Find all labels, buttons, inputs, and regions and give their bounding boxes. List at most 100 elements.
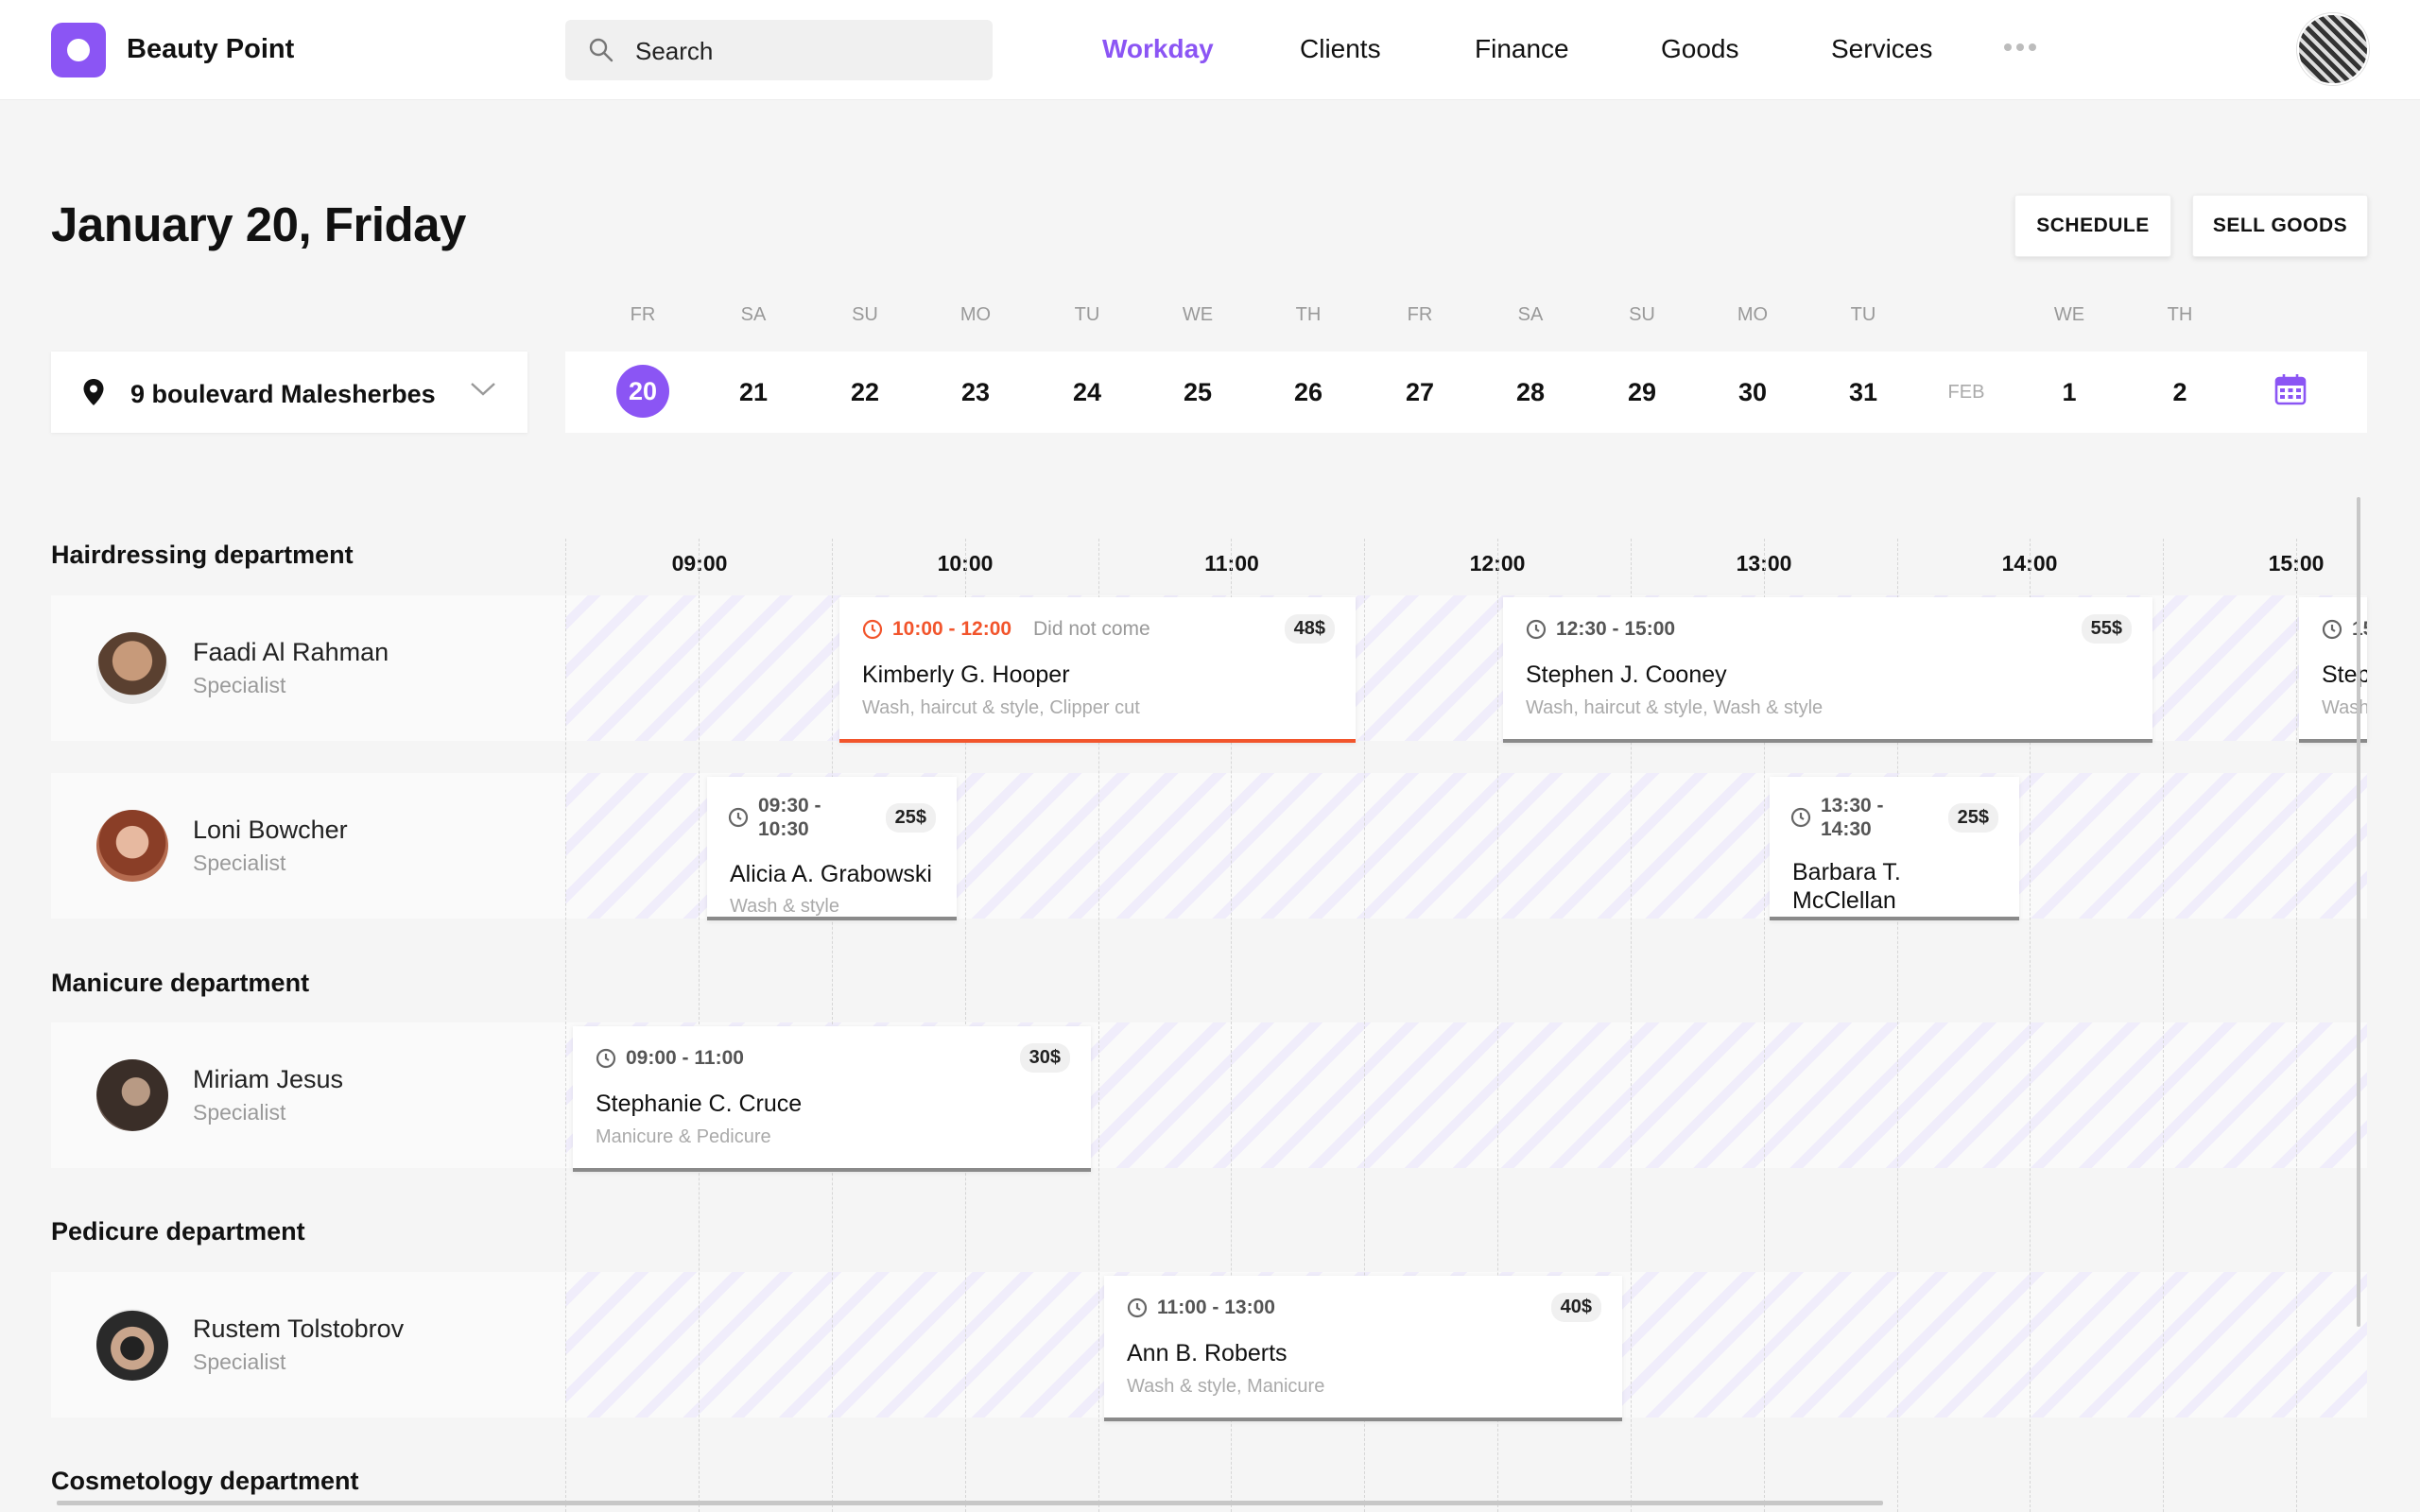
appointment-time-end: 10:30 bbox=[758, 818, 809, 840]
price-badge: 25$ bbox=[885, 803, 936, 833]
clock-icon bbox=[862, 619, 883, 640]
date-item[interactable]: 26 bbox=[1270, 378, 1346, 407]
service-list: Wash & style, Manicure bbox=[1127, 1376, 1325, 1397]
service-list: Manicure & Pedicure bbox=[596, 1126, 771, 1147]
appointment-card[interactable]: 11:00 - 13:00 40$ Ann B. Roberts Wash & … bbox=[1104, 1276, 1622, 1421]
user-avatar[interactable] bbox=[2297, 13, 2369, 85]
appointment-card[interactable]: 09:30 -10:30 25$ Alicia A. Grabowski Was… bbox=[707, 777, 957, 920]
avatar bbox=[96, 1309, 168, 1381]
day-of-week: WE bbox=[2053, 304, 2085, 325]
nav-services[interactable]: Services bbox=[1831, 34, 1932, 64]
price-badge: 40$ bbox=[1550, 1293, 1601, 1322]
price-badge: 30$ bbox=[1019, 1043, 1070, 1073]
date-selected[interactable]: 20 bbox=[616, 365, 669, 418]
grid-line bbox=[2163, 539, 2164, 1512]
clock-icon bbox=[1127, 1297, 1148, 1318]
date-item[interactable]: 1 bbox=[2031, 378, 2107, 407]
specialist-row: Miriam Jesus Specialist bbox=[51, 1022, 2367, 1168]
date-item[interactable]: 23 bbox=[938, 378, 1013, 407]
date-item[interactable]: 22 bbox=[827, 378, 903, 407]
brand-logo[interactable] bbox=[51, 23, 106, 77]
nav-workday[interactable]: Workday bbox=[1102, 34, 1214, 64]
specialist-name[interactable]: Rustem Tolstobrov bbox=[193, 1314, 404, 1344]
clock-icon bbox=[1790, 807, 1811, 828]
specialist-role: Specialist bbox=[193, 673, 286, 697]
clock-icon bbox=[728, 807, 749, 828]
vertical-scrollbar[interactable] bbox=[2357, 497, 2360, 1327]
avatar bbox=[96, 810, 168, 882]
appointment-time: 10:00 - 12:00 bbox=[892, 618, 1012, 640]
day-of-week: TU bbox=[1850, 304, 1876, 325]
specialist-name[interactable]: Loni Bowcher bbox=[193, 816, 348, 845]
day-of-week: SU bbox=[1629, 304, 1655, 325]
calendar-icon[interactable] bbox=[2274, 373, 2307, 405]
date-item[interactable]: 28 bbox=[1493, 378, 1568, 407]
price-badge: 48$ bbox=[1284, 614, 1335, 644]
appointment-card[interactable]: 09:00 - 11:00 30$ Stephanie C. Cruce Man… bbox=[573, 1026, 1091, 1172]
date-item[interactable]: 27 bbox=[1382, 378, 1458, 407]
day-of-week: SA bbox=[740, 304, 767, 325]
nav-clients[interactable]: Clients bbox=[1300, 34, 1381, 64]
appointment-card[interactable]: 12:30 - 15:00 55$ Stephen J. Cooney Wash… bbox=[1503, 597, 2152, 743]
clock-icon bbox=[596, 1048, 616, 1069]
date-item[interactable]: 31 bbox=[1825, 378, 1901, 407]
location-pin-icon bbox=[83, 379, 104, 405]
specialist-role: Specialist bbox=[193, 1100, 286, 1125]
date-item[interactable]: 25 bbox=[1160, 378, 1236, 407]
horizontal-scrollbar[interactable] bbox=[57, 1501, 1883, 1505]
price-badge: 55$ bbox=[2081, 614, 2132, 644]
appointment-status: Did not come bbox=[1033, 618, 1150, 640]
day-of-week: FR bbox=[630, 304, 656, 325]
date-item[interactable]: 30 bbox=[1715, 378, 1790, 407]
client-name: Kimberly G. Hooper bbox=[862, 662, 1070, 688]
day-of-week: MO bbox=[1737, 304, 1769, 325]
date-item[interactable]: 29 bbox=[1604, 378, 1680, 407]
brand-name: Beauty Point bbox=[127, 34, 295, 64]
day-of-week: MO bbox=[959, 304, 992, 325]
day-of-week: FR bbox=[1407, 304, 1433, 325]
day-of-week: SA bbox=[1517, 304, 1544, 325]
client-name: Stephen J. Cooney bbox=[1526, 662, 1727, 688]
client-name: Alicia A. Grabowski bbox=[730, 861, 932, 887]
appointment-card[interactable]: 10:00 - 12:00 Did not come 48$ Kimberly … bbox=[839, 597, 1356, 743]
appointment-time: 11:00 - 13:00 bbox=[1157, 1297, 1275, 1318]
date-item[interactable]: 21 bbox=[716, 378, 791, 407]
specialist-name[interactable]: Miriam Jesus bbox=[193, 1065, 343, 1094]
date-item[interactable]: 24 bbox=[1049, 378, 1125, 407]
search-placeholder: Search bbox=[635, 37, 714, 65]
search-input[interactable]: Search bbox=[565, 20, 993, 80]
sell-goods-button[interactable]: SELL GOODS bbox=[2192, 195, 2368, 257]
day-of-week: TH bbox=[1295, 304, 1322, 325]
month-marker: FEB bbox=[1947, 382, 1985, 403]
location-name: 9 boulevard Malesherbes bbox=[130, 380, 436, 408]
appointment-time: 12:30 - 15:00 bbox=[1556, 618, 1676, 640]
specialist-row: Loni Bowcher Specialist bbox=[51, 773, 2367, 919]
day-of-week: TH bbox=[2167, 304, 2193, 325]
more-icon[interactable] bbox=[2004, 43, 2041, 51]
grid-line bbox=[565, 539, 566, 1512]
price-badge: 25$ bbox=[1947, 803, 1998, 833]
clock-icon bbox=[1526, 619, 1547, 640]
department-heading: Manicure department bbox=[51, 969, 310, 997]
grid-line bbox=[699, 539, 700, 1512]
schedule-button[interactable]: SCHEDULE bbox=[2014, 195, 2171, 257]
day-of-week: SU bbox=[852, 304, 878, 325]
client-name-first: Barbara T. bbox=[1792, 859, 1901, 885]
department-heading: Cosmetology department bbox=[51, 1467, 359, 1495]
appointment-time-end: 14:30 bbox=[1821, 818, 1872, 840]
chevron-down-icon bbox=[471, 383, 495, 396]
specialist-role: Specialist bbox=[193, 1349, 286, 1374]
grid-line bbox=[2296, 539, 2297, 1512]
location-selector[interactable]: 9 boulevard Malesherbes bbox=[51, 352, 527, 433]
service-list: Wash & style bbox=[730, 896, 839, 917]
appointment-card[interactable]: 13:30 -14:30 25$ Barbara T. McClellan bbox=[1770, 777, 2019, 920]
grid-line bbox=[832, 539, 833, 1512]
date-item[interactable]: 2 bbox=[2142, 378, 2218, 407]
client-name: Ann B. Roberts bbox=[1127, 1340, 1288, 1366]
appointment-time: 09:00 - 11:00 bbox=[626, 1047, 744, 1069]
avatar bbox=[96, 632, 168, 704]
nav-goods[interactable]: Goods bbox=[1661, 34, 1739, 64]
nav-finance[interactable]: Finance bbox=[1475, 34, 1569, 64]
specialist-name[interactable]: Faadi Al Rahman bbox=[193, 638, 389, 667]
day-of-week: WE bbox=[1182, 304, 1214, 325]
